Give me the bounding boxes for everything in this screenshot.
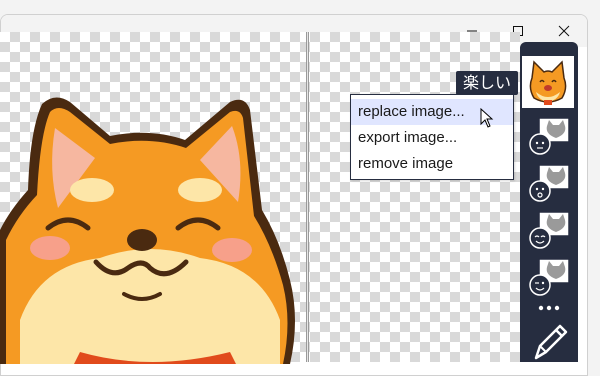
cat-neutral-icon[interactable]	[525, 116, 573, 158]
tooltip: 楽しい	[456, 71, 519, 95]
context-menu: replace image... export image... remove …	[350, 94, 514, 180]
shiba-character-image	[0, 97, 295, 364]
more-dots-icon[interactable]	[536, 303, 562, 313]
cat-smile-icon[interactable]	[525, 210, 573, 252]
thumbnail-selected[interactable]	[522, 56, 574, 108]
cat-surprised-icon[interactable]	[525, 163, 573, 205]
close-icon	[558, 25, 570, 37]
menu-item-remove-image[interactable]: remove image	[351, 151, 513, 177]
shiba-happy-icon	[529, 60, 567, 105]
pencil-icon[interactable]	[528, 320, 570, 364]
cat-wink-icon[interactable]	[525, 257, 573, 299]
mouse-cursor-icon	[480, 108, 494, 128]
menu-item-export-image[interactable]: export image...	[351, 125, 513, 151]
